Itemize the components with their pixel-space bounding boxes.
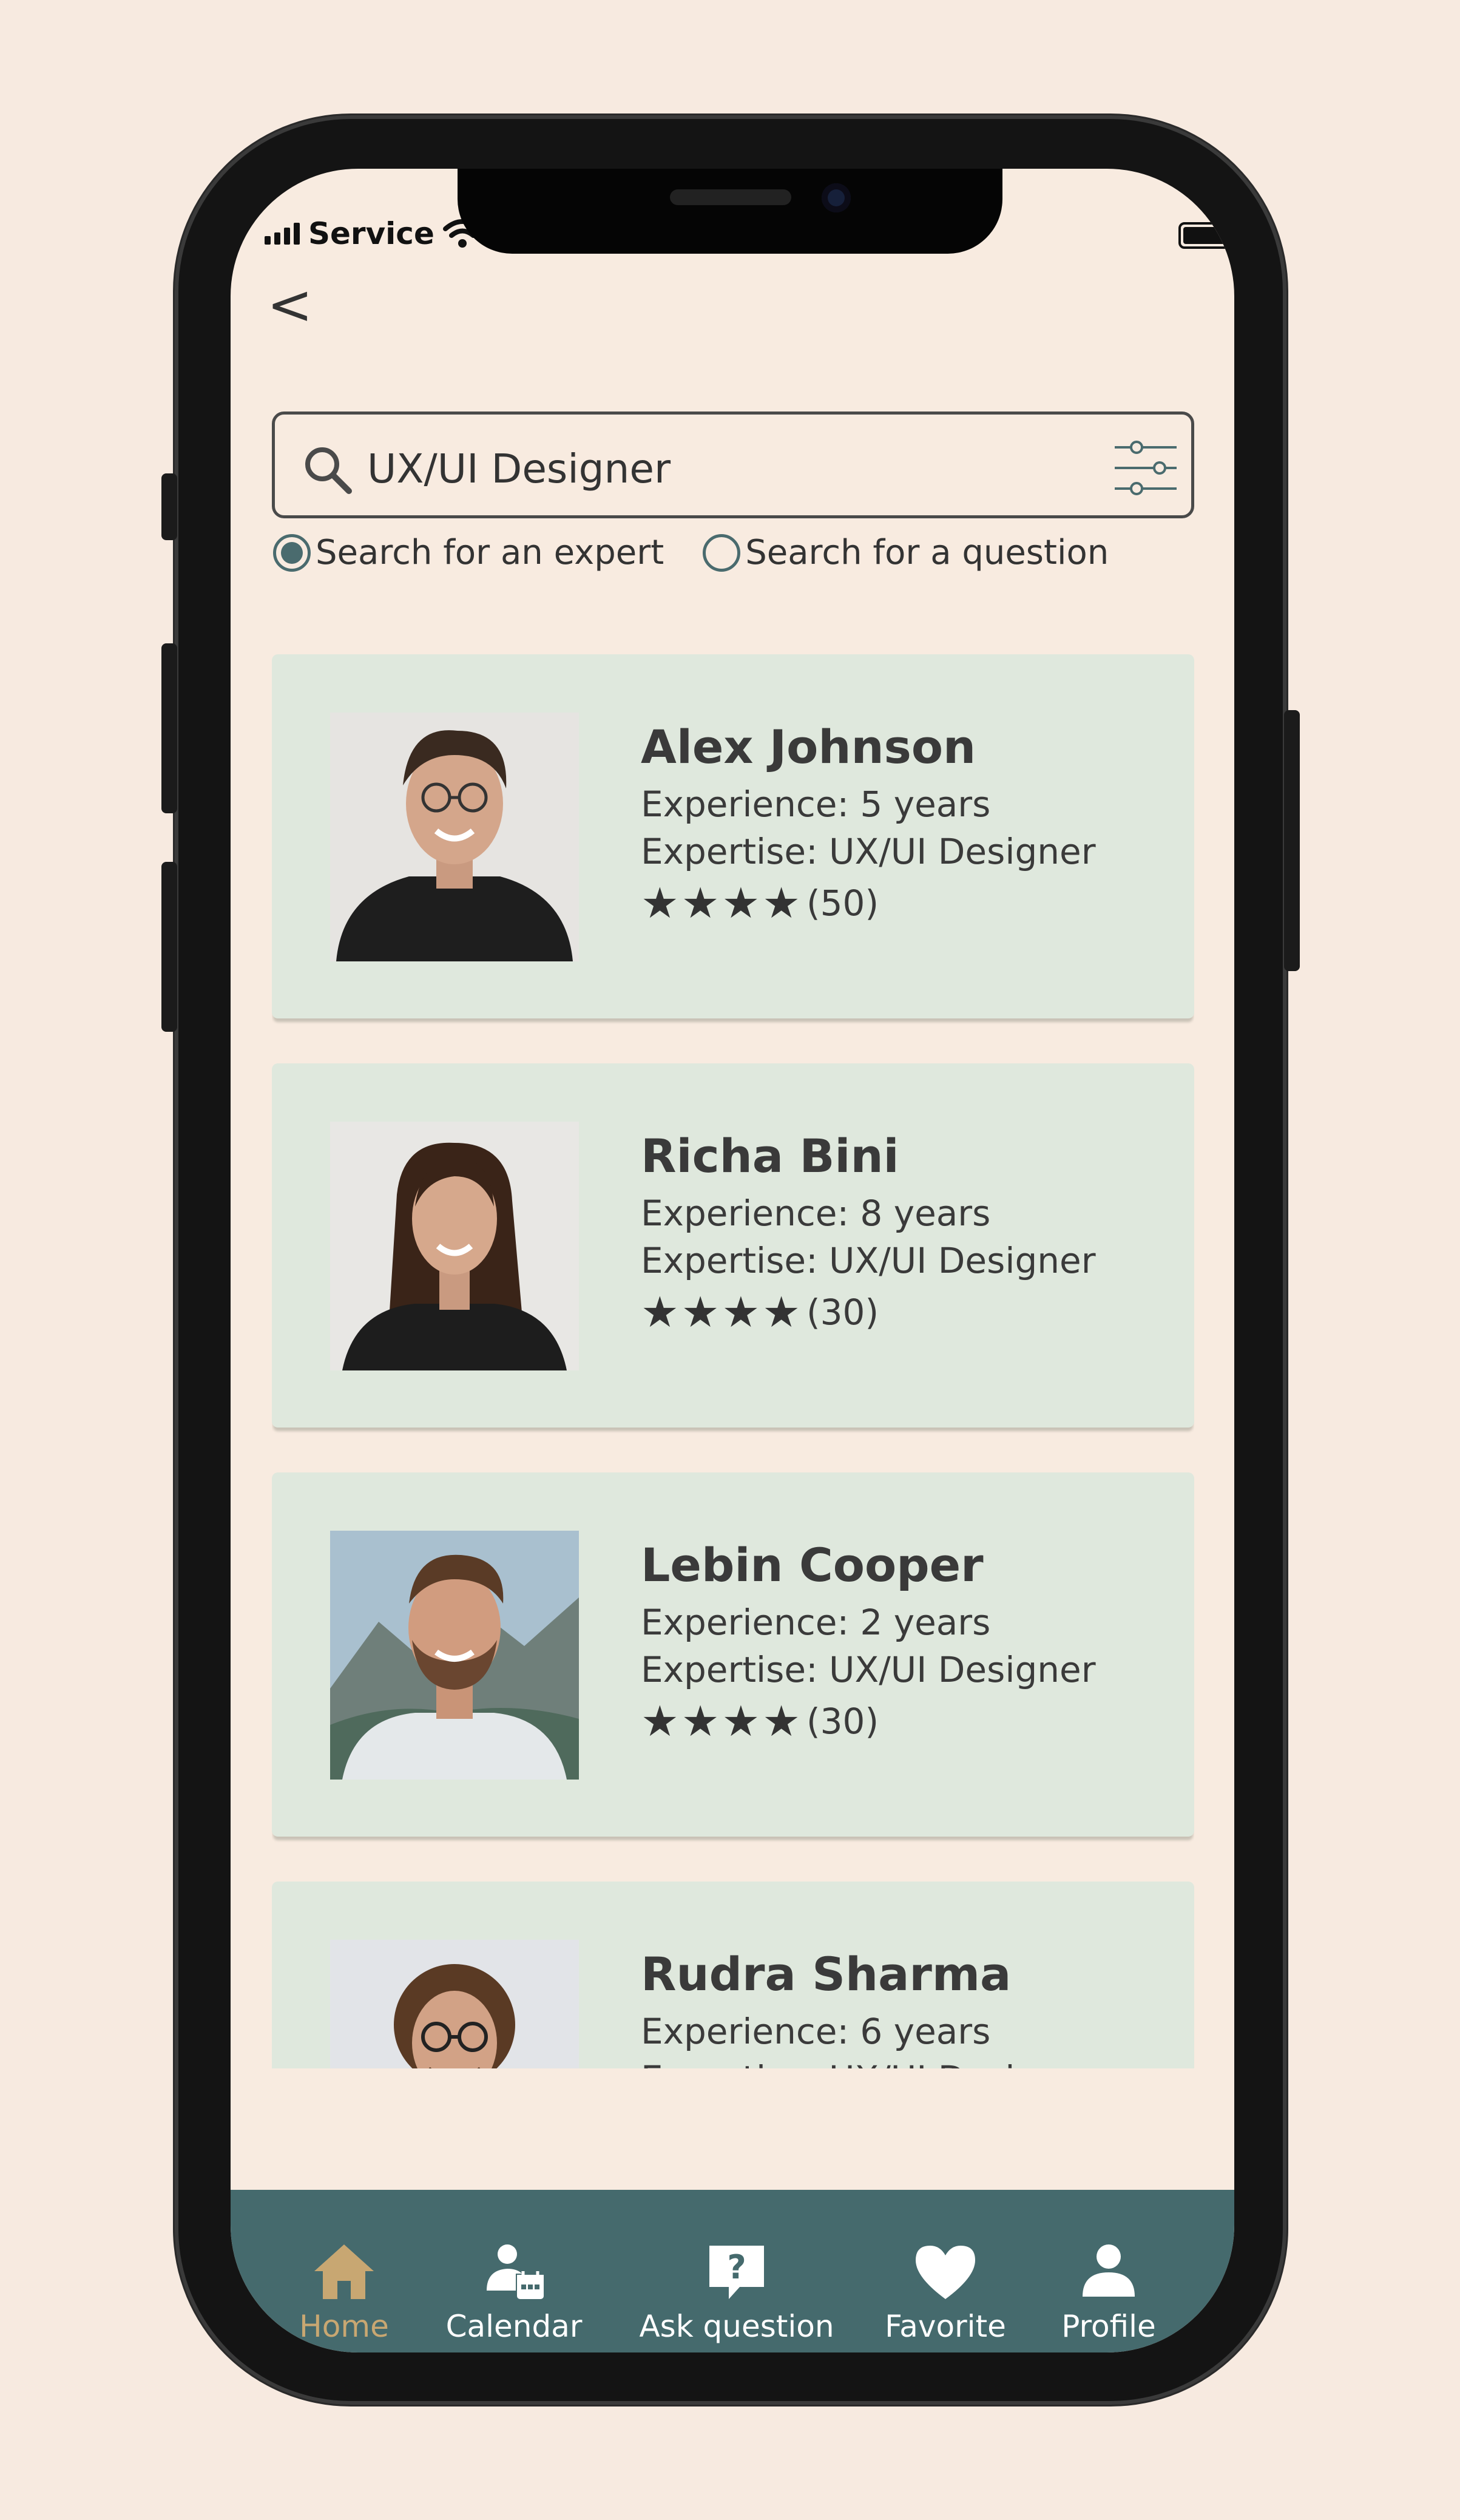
person-icon — [1083, 2244, 1135, 2297]
notch — [458, 169, 1002, 254]
star-rating-icon: ★★★★ — [641, 1287, 803, 1337]
power-button — [1284, 710, 1300, 971]
rating-count: (30) — [806, 1701, 879, 1742]
radio-label: Search for a question — [745, 533, 1109, 572]
expert-card[interactable]: Richa Bini Experience: 8 years Expertise… — [272, 1063, 1194, 1428]
tab-label: Profile — [1061, 2309, 1156, 2344]
expert-experience: Experience: 5 years — [641, 784, 991, 825]
status-bar-left: Service — [265, 216, 482, 251]
expert-name: Alex Johnson — [641, 720, 976, 774]
expert-info: Lebin Cooper Experience: 2 years Experti… — [641, 1538, 1096, 1746]
tab-profile[interactable]: Profile — [1045, 2190, 1172, 2352]
tab-favorite[interactable]: Favorite — [873, 2190, 1018, 2352]
carrier-name: Service — [308, 216, 434, 251]
tab-label: Home — [299, 2309, 389, 2344]
expert-card[interactable]: Alex Johnson Experience: 5 years Experti… — [272, 654, 1194, 1018]
expert-rating: ★★★★ (30) — [641, 1696, 1096, 1746]
screen: Service < UX/UI Designer Search for an e… — [231, 169, 1234, 2352]
calendar-user-icon — [487, 2244, 544, 2299]
expert-expertise: Expertise: UX/UI Designer — [641, 1240, 1096, 1281]
tab-label: Calendar — [445, 2309, 583, 2344]
avatar-man-curly-icon — [330, 1940, 579, 2068]
volume-down-button — [161, 862, 177, 1032]
rating-count: (30) — [806, 1292, 879, 1333]
expert-avatar — [330, 1940, 579, 2068]
search-icon — [305, 447, 352, 494]
question-bubble-icon: ? — [709, 2246, 764, 2299]
radio-label: Search for an expert — [316, 533, 664, 572]
rating-count: (50) — [806, 882, 879, 924]
radio-selected-indicator[interactable] — [273, 533, 311, 572]
radio-search-expert[interactable]: Search for an expert — [273, 533, 664, 572]
expert-avatar — [330, 1122, 579, 1370]
radio-search-question[interactable]: Search for a question — [703, 533, 1109, 572]
avatar-man-glasses-icon — [330, 713, 579, 961]
tab-ask-question[interactable]: ? Ask question — [634, 2190, 840, 2352]
expert-expertise: Expertise: UX/UI Designer — [641, 2058, 1096, 2068]
avatar-woman-icon — [330, 1122, 579, 1370]
search-bar[interactable] — [272, 412, 1194, 518]
radio-unselected-indicator[interactable] — [703, 533, 741, 572]
star-rating-icon: ★★★★ — [641, 878, 803, 928]
heart-icon — [916, 2246, 975, 2299]
expert-experience: Experience: 6 years — [641, 2011, 991, 2052]
star-rating-icon: ★★★★ — [641, 1696, 803, 1746]
expert-expertise: Expertise: UX/UI Designer — [641, 1649, 1096, 1690]
expert-rating: ★★★★ (50) — [641, 878, 1096, 928]
expert-avatar — [330, 1531, 579, 1780]
expert-list[interactable]: Alex Johnson Experience: 5 years Experti… — [272, 654, 1194, 2068]
expert-experience: Experience: 8 years — [641, 1193, 991, 1234]
back-button[interactable]: < — [267, 278, 313, 333]
speaker — [670, 189, 791, 205]
front-camera — [822, 183, 851, 212]
expert-info: Alex Johnson Experience: 5 years Experti… — [641, 720, 1096, 928]
expert-info: Richa Bini Experience: 8 years Expertise… — [641, 1129, 1096, 1337]
home-icon — [314, 2244, 374, 2299]
volume-up-button — [161, 643, 177, 813]
expert-expertise: Expertise: UX/UI Designer — [641, 831, 1096, 872]
filter-sliders-icon[interactable] — [1112, 436, 1179, 500]
expert-card[interactable]: Lebin Cooper Experience: 2 years Experti… — [272, 1472, 1194, 1837]
expert-name: Lebin Cooper — [641, 1538, 984, 1592]
mute-switch — [161, 473, 177, 540]
battery-icon — [1178, 222, 1234, 249]
tab-label: Favorite — [885, 2309, 1006, 2344]
search-mode-group: Search for an expert Search for a questi… — [273, 533, 1147, 572]
signal-icon — [265, 223, 300, 245]
expert-info: Rudra Sharma Experience: 6 years Experti… — [641, 1947, 1096, 2068]
tab-label: Ask question — [639, 2309, 834, 2344]
expert-avatar — [330, 713, 579, 961]
search-input[interactable] — [366, 438, 1097, 500]
phone-frame: Service < UX/UI Designer Search for an e… — [161, 115, 1300, 2405]
tab-home[interactable]: Home — [280, 2190, 408, 2352]
tab-calendar[interactable]: Calendar — [438, 2190, 590, 2352]
expert-rating: ★★★★ (30) — [641, 1287, 1096, 1337]
bottom-tab-bar: Home Calendar ? Ask question Favorite Pr… — [231, 2190, 1234, 2352]
expert-card[interactable]: Rudra Sharma Experience: 6 years Experti… — [272, 1882, 1194, 2068]
expert-name: Rudra Sharma — [641, 1947, 1012, 2001]
expert-experience: Experience: 2 years — [641, 1602, 991, 1643]
expert-name: Richa Bini — [641, 1129, 899, 1183]
avatar-man-beard-icon — [330, 1531, 579, 1780]
svg-text:?: ? — [727, 2248, 746, 2286]
